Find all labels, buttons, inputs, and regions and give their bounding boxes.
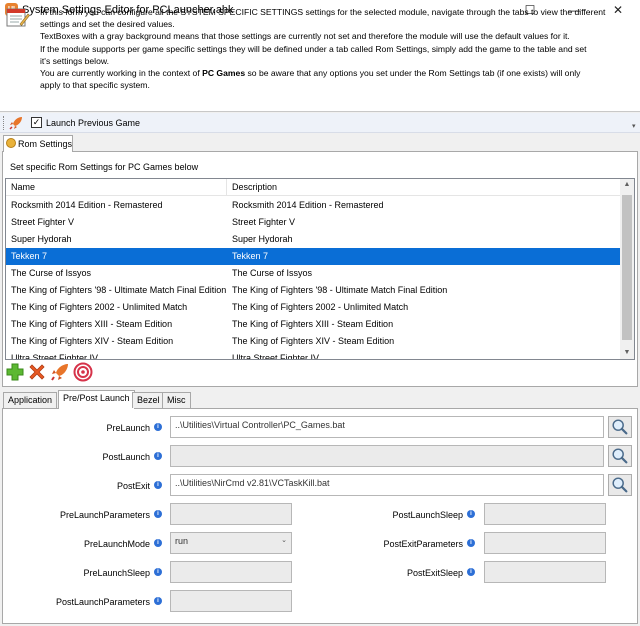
delete-icon[interactable] — [27, 362, 47, 382]
postlaunch-sleep-field[interactable] — [484, 503, 606, 525]
postexit-label: PostExit — [116, 481, 150, 491]
info-line: If the module supports per game specific… — [40, 43, 587, 54]
toolbar-overflow-icon[interactable]: ▾ — [632, 122, 636, 130]
info-icon[interactable]: i — [154, 539, 162, 547]
add-icon[interactable] — [5, 362, 25, 382]
postlaunch-field[interactable] — [170, 445, 604, 467]
postexit-sleep-field[interactable] — [484, 561, 606, 583]
prelaunch-sleep-field[interactable] — [170, 561, 292, 583]
info-line: settings and set the desired values. — [40, 19, 175, 30]
list-item-description: The King of Fighters 2002 - Unlimited Ma… — [232, 302, 409, 312]
info-icon[interactable]: i — [154, 568, 162, 576]
prelaunch-parameters-label: PreLaunchParameters — [59, 510, 150, 520]
list-item-name: The King of Fighters XIII - Steam Editio… — [11, 319, 173, 329]
launch-icon[interactable] — [50, 362, 70, 382]
info-line: it's settings below. — [40, 55, 109, 66]
browse-search-icon[interactable] — [608, 416, 632, 438]
scrollbar-thumb[interactable] — [622, 195, 632, 340]
scroll-up-icon[interactable]: ▲ — [620, 181, 634, 188]
settings-icon — [6, 138, 16, 148]
rom-list[interactable]: Name Description Rocksmith 2014 Edition … — [5, 178, 635, 360]
tab-misc[interactable]: Misc — [162, 392, 191, 408]
list-item-description: Ultra Street Fighter IV — [232, 353, 320, 360]
list-item-name: Ultra Street Fighter IV — [11, 353, 99, 360]
prelaunch-mode-value: run — [175, 536, 189, 546]
list-item-name: Super Hydorah — [11, 234, 72, 244]
info-line-text: You are currently working in the context… — [40, 68, 203, 79]
info-icon[interactable]: i — [467, 539, 475, 547]
launch-previous-label: Launch Previous Game — [46, 118, 141, 128]
postlaunch-parameters-label: PostLaunchParameters — [55, 597, 150, 607]
list-item-name: The Curse of Issyos — [11, 268, 92, 278]
info-icon[interactable]: i — [467, 510, 475, 518]
list-item[interactable]: The King of Fighters XIII - Steam Editio… — [6, 316, 621, 333]
list-item[interactable]: Street Fighter V Street Fighter V — [6, 214, 621, 231]
tab-rom-settings-label: Rom Settings — [18, 139, 73, 149]
list-item-description: Tekken 7 — [232, 251, 269, 261]
browse-search-icon[interactable] — [608, 474, 632, 496]
info-icon[interactable]: i — [467, 568, 475, 576]
list-item-description: The King of Fighters '98 - Ultimate Matc… — [232, 285, 448, 295]
info-icon[interactable]: i — [154, 452, 162, 460]
prelaunch-sleep-label: PreLaunchSleep — [83, 568, 150, 578]
info-icon[interactable]: i — [154, 510, 162, 518]
list-item[interactable]: The King of Fighters 2002 - Unlimited Ma… — [6, 299, 621, 316]
list-item[interactable]: The King of Fighters '98 - Ultimate Matc… — [6, 282, 621, 299]
list-item-name: The King of Fighters 2002 - Unlimited Ma… — [11, 302, 188, 312]
scroll-down-icon[interactable]: ▼ — [620, 349, 634, 356]
list-item[interactable]: Rocksmith 2014 Edition - Remastered Rocks… — [6, 197, 621, 214]
tab-application[interactable]: Application — [3, 392, 58, 408]
list-item-description: The King of Fighters XIII - Steam Editio… — [232, 319, 394, 329]
rocket-icon[interactable] — [9, 116, 23, 130]
chevron-down-icon: ⌄ — [281, 537, 287, 544]
postexit-parameters-field[interactable] — [484, 532, 606, 554]
prelaunch-field[interactable]: ..\Utilities\Virtual Controller\PC_Games… — [170, 416, 604, 438]
target-icon[interactable] — [73, 362, 93, 382]
list-item-name: Tekken 7 — [11, 251, 48, 261]
list-item[interactable]: Tekken 7 Tekken 7 — [6, 248, 621, 265]
info-text: In this form you can configure all the S… — [40, 6, 636, 91]
postlaunch-sleep-label: PostLaunchSleep — [392, 510, 463, 520]
prelaunch-mode-label: PreLaunchMode — [83, 539, 150, 549]
postlaunch-parameters-field[interactable] — [170, 590, 292, 612]
list-item-name: The King of Fighters '98 - Ultimate Matc… — [11, 285, 227, 295]
prelaunch-parameters-field[interactable] — [170, 503, 292, 525]
info-line: You are currently working in the context… — [40, 67, 636, 79]
info-line-text: so be aware that any options you set und… — [245, 68, 581, 79]
list-item[interactable]: Ultra Street Fighter IV Ultra Street Figh… — [6, 350, 621, 360]
info-line: apply to that specific system. — [40, 80, 150, 91]
list-item[interactable]: The Curse of Issyos The Curse of Issyos — [6, 265, 621, 282]
list-item-name: Rocksmith 2014 Edition - Remastered — [11, 200, 163, 210]
browse-search-icon[interactable] — [608, 445, 632, 467]
list-item-description: Street Fighter V — [232, 217, 296, 227]
list-item-name: The King of Fighters XIV - Steam Edition — [11, 336, 174, 346]
toolbar-grip[interactable] — [3, 116, 5, 130]
list-item-name: Street Fighter V — [11, 217, 75, 227]
postlaunch-label: PostLaunch — [102, 452, 150, 462]
prelaunch-mode-select[interactable]: run ⌄ — [170, 532, 292, 554]
tab-pre-post-launch[interactable]: Pre/Post Launch — [58, 390, 135, 409]
launch-previous-checkbox[interactable]: ✓ — [31, 117, 42, 128]
list-item[interactable]: Super Hydorah Super Hydorah — [6, 231, 621, 248]
postexit-field[interactable]: ..\Utilities\NirCmd v2.81\VCTaskKill.bat — [170, 474, 604, 496]
postexit-parameters-label: PostExitParameters — [383, 539, 463, 549]
list-item[interactable]: The King of Fighters XIV - Steam Edition… — [6, 333, 621, 350]
list-item-description: Super Hydorah — [232, 234, 293, 244]
info-icon[interactable]: i — [154, 597, 162, 605]
info-icon[interactable]: i — [154, 423, 162, 431]
rom-settings-description: Set specific Rom Settings for PC Games b… — [10, 162, 199, 172]
system-name: PC Games — [202, 68, 246, 79]
list-item-description: The Curse of Issyos — [232, 268, 313, 278]
list-item-description: Rocksmith 2014 Edition - Remastered — [232, 200, 384, 210]
column-header-description[interactable]: Description — [227, 179, 621, 196]
tab-bezel[interactable]: Bezel — [132, 392, 165, 408]
prelaunch-label: PreLaunch — [106, 423, 150, 433]
postexit-sleep-label: PostExitSleep — [406, 568, 463, 578]
info-line: In this form you can configure all the S… — [40, 7, 606, 17]
info-line: TextBoxes with a gray background means t… — [40, 31, 570, 42]
info-icon[interactable]: i — [154, 481, 162, 489]
list-item-description: The King of Fighters XIV - Steam Edition — [232, 336, 395, 346]
notepad-icon — [6, 8, 30, 27]
column-header-name[interactable]: Name — [6, 179, 227, 196]
